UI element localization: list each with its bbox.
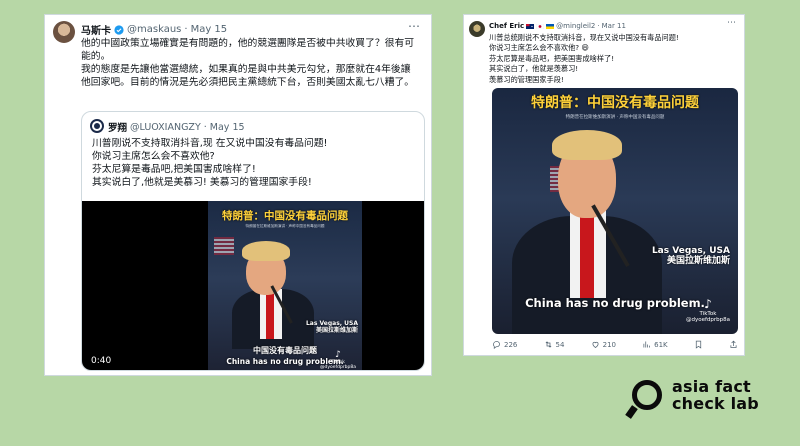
quoted-text-line: 你说习主席怎么会不喜欢他? (92, 151, 215, 162)
video-duration: 0:40 (91, 356, 112, 366)
video-subbanner: 特朗普在拉斯维加斯演讲 · 声称中国没有毒品问题 (565, 115, 665, 120)
tiktok-watermark: ♪ TikTok @dyoefdprbp8a (685, 297, 730, 324)
more-options-icon[interactable]: ⋯ (408, 19, 421, 33)
asia-fact-check-lab-logo: asia fact check lab (632, 378, 782, 424)
location-cn: 美国拉斯维加斯 (315, 326, 358, 334)
tweet-header: Chef Eric @mingleil2 · Mar 11 (489, 22, 626, 30)
quoted-text-line: 芬太尼算是毒品吧,把美国害成啥样了! (92, 164, 256, 175)
views-chart-icon (643, 341, 651, 348)
author-name[interactable]: Chef Eric (489, 22, 524, 30)
flag-decoration (214, 237, 234, 255)
speaker-tie (266, 293, 274, 339)
video-subbanner: 特朗普在拉斯维加斯演讲 · 声称中国没有毒品问题 (245, 224, 325, 228)
tweet-header: 马斯卡 @maskaus · May 15 (81, 22, 227, 37)
quoted-author-name[interactable]: 罗翔 (108, 120, 127, 134)
tweet-text-line: 其实说白了，他就是羡慕习! (489, 64, 579, 74)
repost-button[interactable]: 54 (544, 340, 565, 349)
repost-count: 54 (555, 340, 565, 349)
views-button[interactable]: 61K (642, 340, 668, 349)
tweet-text-line: 他的中國政策立場確實是有問題的，他的競選團隊是否被中共收買了？很有可 (81, 38, 415, 49)
reply-count: 226 (504, 340, 518, 349)
speaker-hair (242, 241, 290, 261)
tweet-text: 川普总统刚说不支持取消抖音，现在又说中国没有毒品问题! 你说习主席怎么会不喜欢他… (489, 33, 739, 85)
tiktok-user: @dyoefdprbp8a (685, 317, 730, 324)
japan-flag-icon (536, 23, 545, 29)
verified-badge-icon (114, 24, 124, 35)
reply-icon (493, 341, 500, 349)
reply-button[interactable]: 226 (492, 340, 517, 349)
quoted-text-line: 其实说白了,他就是美慕习! 美慕习的管理国家手段! (92, 177, 312, 188)
engagement-bar: 226 54 210 61K (492, 340, 738, 349)
video-frame: 特朗普：中国没有毒品问题 特朗普在拉斯维加斯演讲 · 声称中国没有毒品问题 La… (208, 201, 362, 370)
right-tweet-card: Chef Eric @mingleil2 · Mar 11 ⋯ 川普总统刚说不支… (463, 14, 745, 356)
tweet-text-line: 我的態度是先讓他當選總統，如果真的是與中共美元勾兌，那麼就在4年後讓 (81, 64, 411, 75)
magnifier-logo-icon (632, 380, 662, 410)
tweet-text-line: 能的。 (81, 51, 111, 62)
tweet-text-line: 羡慕习的管理国家手段! (489, 74, 564, 84)
quoted-tweet-header: 罗翔 @LUOXIANGZY · May 15 (108, 120, 245, 135)
speaker-hair (552, 130, 622, 160)
left-tweet-card: 马斯卡 @maskaus · May 15 ⋯ 他的中國政策立場確實是有問題的，… (44, 14, 432, 376)
share-icon (730, 340, 737, 348)
like-button[interactable]: 210 (591, 340, 616, 349)
avatar[interactable] (469, 21, 485, 37)
bookmark-button[interactable] (694, 340, 703, 349)
logo-wordmark: asia fact check lab (672, 378, 759, 412)
location-caption: Las Vegas, USA 美国拉斯维加斯 (652, 246, 730, 267)
separator: · (203, 121, 207, 133)
quoted-tweet[interactable]: 罗翔 @LUOXIANGZY · May 15 川普刚说不支持取消抖音,现 在又… (81, 111, 425, 371)
quoted-tweet-date[interactable]: May 15 (210, 122, 245, 133)
australia-flag-icon (526, 23, 535, 29)
location-caption: Las Vegas, USA 美国拉斯维加斯 (306, 320, 358, 335)
ukraine-flag-icon (546, 23, 555, 29)
tweet-text-line: 你说习主席怎么会不喜欢他? 😄 (489, 43, 589, 53)
tweet-text-line: 芬太尼算是毒品吧，把美国害成啥样了! (489, 53, 615, 63)
location-en: Las Vegas, USA (651, 246, 730, 256)
tweet-date[interactable]: May 15 (191, 24, 228, 35)
tweet-text-line: 他回家吧。目前的情況是先必須把民主黨總統下台，否則美國太亂七八糟了。 (81, 77, 415, 88)
author-name[interactable]: 马斯卡 (81, 22, 111, 37)
view-count: 61K (654, 340, 668, 349)
quoted-avatar[interactable] (90, 119, 104, 133)
video-player[interactable]: 特朗普：中国没有毒品问题 特朗普在拉斯维加斯演讲 · 声称中国没有毒品问题 La… (492, 88, 738, 334)
logo-line-1: asia fact (672, 377, 751, 396)
video-player[interactable]: 特朗普：中国没有毒品问题 特朗普在拉斯维加斯演讲 · 声称中国没有毒品问题 La… (82, 201, 424, 370)
separator: · (597, 22, 600, 30)
tweet-text: 他的中國政策立場確實是有問題的，他的競選團隊是否被中共收買了？很有可 能的。 我… (81, 37, 425, 89)
quoted-author-handle[interactable]: @LUOXIANGZY (130, 122, 201, 133)
video-title-banner: 特朗普：中国没有毒品问题 (222, 210, 348, 222)
tweet-text-line: 川普总统刚说不支持取消抖音，现在又说中国没有毒品问题! (489, 33, 679, 42)
tiktok-user: @dyoefdprbp8a (319, 364, 356, 370)
separator: · (184, 24, 188, 35)
author-handle[interactable]: @maskaus (127, 24, 181, 35)
heart-icon (592, 341, 599, 348)
speaker-tie (580, 214, 594, 298)
tweet-date[interactable]: Mar 11 (602, 22, 626, 30)
avatar[interactable] (53, 21, 75, 43)
share-button[interactable] (729, 340, 738, 349)
location-cn: 美国拉斯维加斯 (666, 256, 730, 267)
more-options-icon[interactable]: ⋯ (727, 18, 737, 28)
tiktok-watermark: ♪ TikTok @dyoefdprbp8a (319, 350, 356, 370)
quoted-tweet-text: 川普刚说不支持取消抖音,现 在又说中国没有毒品问题! 你说习主席怎么会不喜欢他?… (92, 137, 412, 189)
author-handle[interactable]: @mingleil2 (556, 22, 595, 30)
bookmark-icon (695, 340, 701, 349)
tiktok-note-icon: ♪ (704, 297, 712, 311)
repost-icon (545, 341, 551, 348)
quoted-text-line: 川普刚说不支持取消抖音,现 在又说中国没有毒品问题! (92, 138, 328, 149)
like-count: 210 (602, 340, 616, 349)
video-title-banner: 特朗普：中国没有毒品问题 (531, 95, 699, 111)
logo-line-2: check lab (672, 394, 759, 413)
